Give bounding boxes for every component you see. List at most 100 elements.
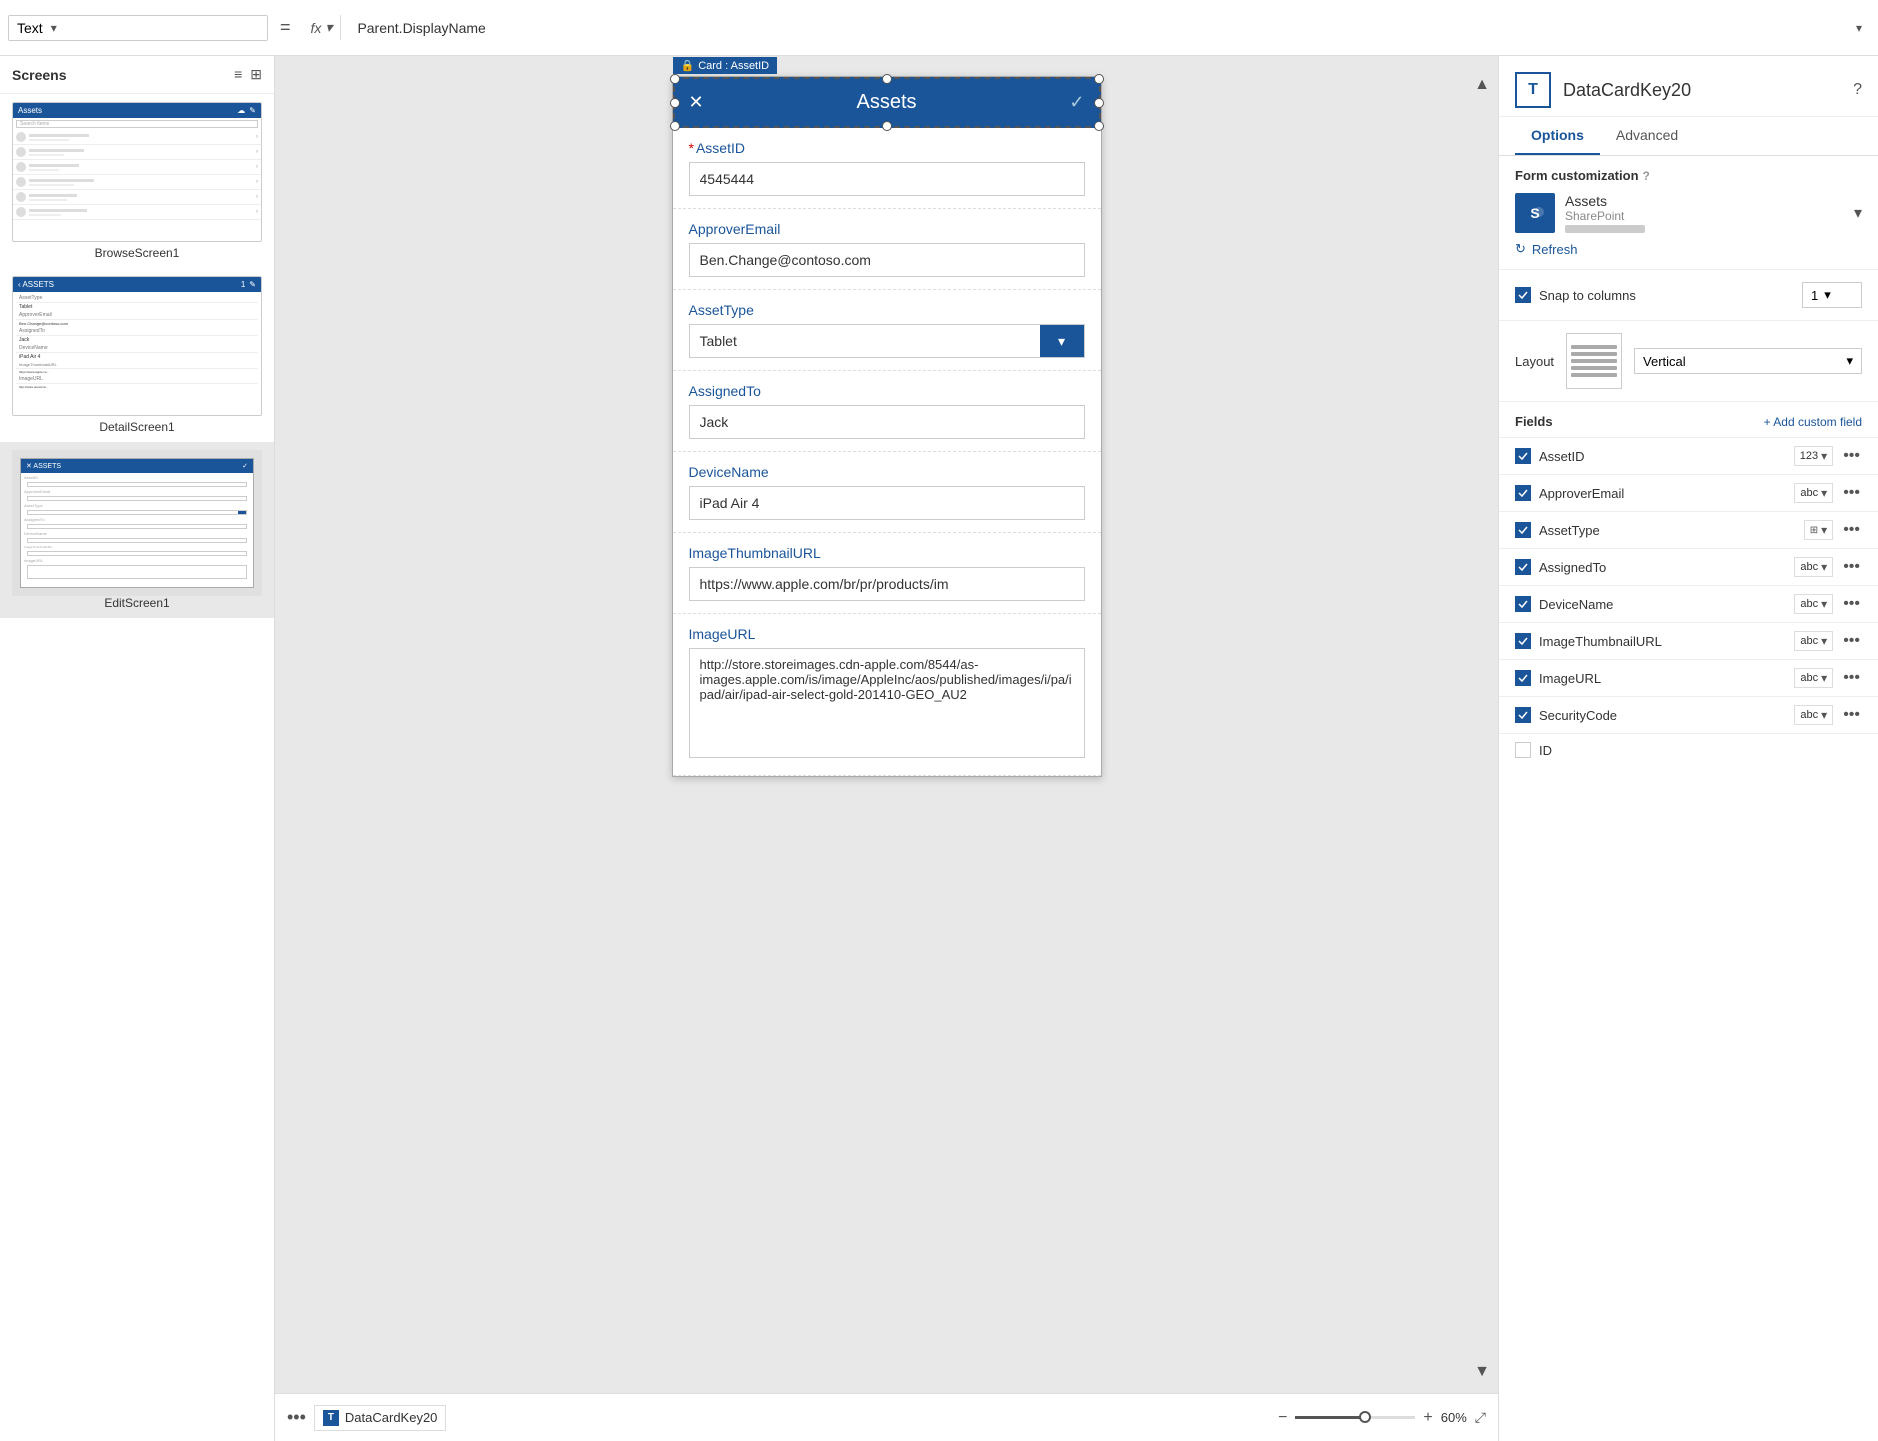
field-check-imageurl[interactable] — [1515, 670, 1531, 686]
field-more-assettype[interactable]: ••• — [1841, 521, 1862, 539]
component-indicator: T DataCardKey20 — [314, 1405, 447, 1431]
scroll-down-icon[interactable]: ▼ — [1474, 1363, 1490, 1381]
property-selector[interactable]: Text ▾ — [8, 15, 268, 41]
zoom-fit-button[interactable]: ⤢ — [1475, 1409, 1486, 1426]
field-row-imagethumbnailurl: ImageThumbnailURL abc ▾ ••• — [1499, 622, 1878, 659]
form-customization-help-icon[interactable]: ? — [1643, 169, 1650, 183]
snap-columns-select[interactable]: 1 ▾ — [1802, 282, 1862, 308]
formula-input[interactable] — [349, 16, 1848, 40]
zoom-minus-button[interactable]: − — [1278, 1409, 1287, 1427]
edit-thumb-container: ✕ ASSETS ✓ AssetID ApproverEmail AssetTy… — [12, 450, 262, 596]
checkmark-icon[interactable]: ✓ — [1069, 92, 1084, 113]
field-more-securitycode[interactable]: ••• — [1841, 706, 1862, 724]
data-source-icon: S — [1515, 193, 1555, 233]
panel-header: T DataCardKey20 ? — [1499, 56, 1878, 117]
field-type-chevron-assettype: ▾ — [1821, 523, 1827, 537]
field-row-assetid: AssetID 123 ▾ ••• — [1499, 437, 1878, 474]
field-more-devicename[interactable]: ••• — [1841, 595, 1862, 613]
data-source-chevron-icon[interactable]: ▾ — [1854, 203, 1862, 223]
field-row-assignedto: AssignedTo abc ▾ ••• — [1499, 548, 1878, 585]
field-type-chevron-assetid: ▾ — [1821, 449, 1827, 463]
field-input-assigned-to[interactable] — [689, 405, 1085, 439]
field-name-assettype: AssetType — [1539, 523, 1796, 538]
field-name-securitycode: SecurityCode — [1539, 708, 1786, 723]
close-icon[interactable]: ✕ — [689, 92, 704, 113]
field-type-assetid[interactable]: 123 ▾ — [1794, 446, 1833, 466]
component-type-icon: T — [323, 1410, 339, 1426]
field-more-imageurl[interactable]: ••• — [1841, 669, 1862, 687]
scroll-up-icon[interactable]: ▲ — [1474, 76, 1490, 94]
dropdown-button-asset-type[interactable]: ▾ — [1040, 325, 1084, 357]
field-type-approveremail[interactable]: abc ▾ — [1794, 483, 1833, 503]
field-type-securitycode[interactable]: abc ▾ — [1794, 705, 1833, 725]
field-more-approveremail[interactable]: ••• — [1841, 484, 1862, 502]
editscreen1-label: EditScreen1 — [12, 596, 262, 610]
check-icon — [1518, 673, 1528, 683]
formula-chevron-icon[interactable]: ▾ — [1848, 21, 1870, 35]
field-type-chevron-devicename: ▾ — [1821, 597, 1827, 611]
field-more-assignedto[interactable]: ••• — [1841, 558, 1862, 576]
field-input-assetid[interactable] — [689, 162, 1085, 196]
panel-help-icon[interactable]: ? — [1853, 81, 1862, 99]
tab-options[interactable]: Options — [1515, 117, 1600, 155]
screens-panel: Screens ≡ ⊞ Assets ☁✎ Search items › › ›… — [0, 56, 275, 1441]
form-customization-section: Form customization ? S Assets SharePoint… — [1499, 156, 1878, 270]
sidebar-item-editscreen1[interactable]: ✕ ASSETS ✓ AssetID ApproverEmail AssetTy… — [0, 442, 274, 618]
field-input-approver-email[interactable] — [689, 243, 1085, 277]
check-icon — [1518, 525, 1528, 535]
field-type-imageurl[interactable]: abc ▾ — [1794, 668, 1833, 688]
field-textarea-image-url[interactable]: http://store.storeimages.cdn-apple.com/8… — [689, 648, 1085, 758]
field-assigned-to: AssignedTo — [673, 371, 1101, 452]
canvas-area: ▲ ✕ Assets ✓ 🔒 Card : AssetID — [275, 56, 1498, 1441]
sidebar-item-detailscreen1[interactable]: ‹ ASSETS 1✎ AssetType Tablet ApproverEma… — [0, 268, 274, 442]
tab-advanced[interactable]: Advanced — [1600, 117, 1694, 155]
field-check-assettype[interactable] — [1515, 522, 1531, 538]
field-more-imagethumbnailurl[interactable]: ••• — [1841, 632, 1862, 650]
canvas-bottom-bar: ••• T DataCardKey20 − + 60% ⤢ — [275, 1393, 1498, 1441]
field-check-imagethumbnailurl[interactable] — [1515, 633, 1531, 649]
field-type-chevron-assignedto: ▾ — [1821, 560, 1827, 574]
component-name: DataCardKey20 — [345, 1410, 438, 1425]
snap-checkbox[interactable] — [1515, 287, 1531, 303]
field-row-id: ID — [1499, 733, 1878, 766]
zoom-slider[interactable] — [1295, 1416, 1415, 1419]
layout-select[interactable]: Vertical ▾ — [1634, 348, 1862, 374]
refresh-button[interactable]: ↻ Refresh — [1515, 233, 1862, 257]
property-label: Text — [17, 20, 43, 36]
app-header: ✕ Assets ✓ — [673, 77, 1101, 128]
browse-thumb: Assets ☁✎ Search items › › › › › › — [12, 102, 262, 242]
type-icon-devicename: abc — [1800, 598, 1818, 610]
field-check-id[interactable] — [1515, 742, 1531, 758]
sharepoint-logo-accent — [1533, 206, 1545, 218]
field-type-devicename[interactable]: abc ▾ — [1794, 594, 1833, 614]
grid-view-icon[interactable]: ⊞ — [250, 66, 262, 83]
app-frame: ✕ Assets ✓ 🔒 Card : AssetID — [672, 76, 1102, 777]
field-check-assignedto[interactable] — [1515, 559, 1531, 575]
check-icon — [1518, 562, 1528, 572]
field-check-devicename[interactable] — [1515, 596, 1531, 612]
sidebar-item-browsescreen1[interactable]: Assets ☁✎ Search items › › › › › › Brows… — [0, 94, 274, 268]
field-input-device-name[interactable] — [689, 486, 1085, 520]
field-check-assetid[interactable] — [1515, 448, 1531, 464]
field-more-assetid[interactable]: ••• — [1841, 447, 1862, 465]
more-options-icon[interactable]: ••• — [287, 1407, 306, 1428]
add-custom-field-button[interactable]: + Add custom field — [1764, 415, 1862, 429]
zoom-plus-button[interactable]: + — [1423, 1409, 1432, 1427]
fx-label: fx — [311, 20, 322, 36]
list-view-icon[interactable]: ≡ — [234, 66, 242, 83]
zoom-slider-thumb[interactable] — [1359, 1411, 1371, 1423]
edit-thumb: ✕ ASSETS ✓ AssetID ApproverEmail AssetTy… — [20, 458, 254, 588]
field-check-approveremail[interactable] — [1515, 485, 1531, 501]
layout-row-3 — [1571, 359, 1617, 363]
field-type-imagethumbnailurl[interactable]: abc ▾ — [1794, 631, 1833, 651]
field-label-image-url: ImageURL — [689, 626, 1085, 642]
field-type-assignedto[interactable]: abc ▾ — [1794, 557, 1833, 577]
field-input-image-thumbnail-url[interactable] — [689, 567, 1085, 601]
layout-label: Layout — [1515, 354, 1554, 369]
layout-row-1 — [1571, 345, 1617, 349]
field-select-value-asset-type: Tablet — [690, 325, 1040, 357]
field-check-securitycode[interactable] — [1515, 707, 1531, 723]
field-type-assettype[interactable]: ⊞ ▾ — [1804, 520, 1833, 540]
field-name-assetid: AssetID — [1539, 449, 1786, 464]
fx-button[interactable]: fx ▾ — [303, 15, 342, 40]
